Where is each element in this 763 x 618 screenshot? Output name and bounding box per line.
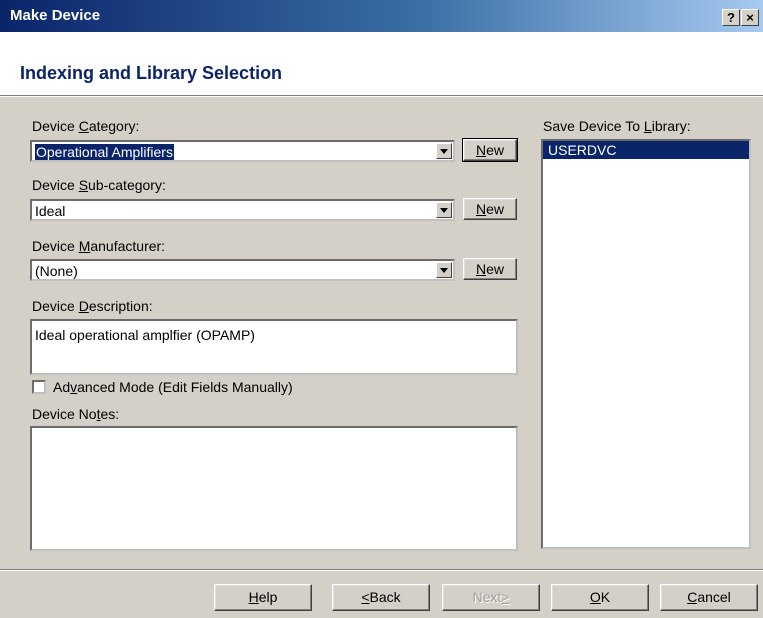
help-question-button[interactable]: ?	[722, 9, 740, 26]
new-manufacturer-button[interactable]: New	[463, 258, 517, 280]
category-select[interactable]: Operational Amplifiers	[30, 140, 455, 162]
close-icon: ×	[746, 10, 754, 25]
page-title: Indexing and Library Selection	[20, 63, 283, 83]
manufacturer-label: Device Manufacturer:	[32, 238, 166, 254]
next-button[interactable]: Next>	[442, 584, 540, 611]
title-bar: Make Device ? ×	[0, 0, 763, 32]
close-button[interactable]: ×	[741, 9, 759, 26]
notes-label: Device Notes:	[32, 406, 120, 422]
new-subcategory-button[interactable]: New	[463, 198, 517, 220]
manufacturer-select[interactable]: (None)	[30, 259, 455, 281]
help-button[interactable]: Help	[214, 584, 312, 611]
subcategory-value: Ideal	[35, 203, 66, 219]
notes-field[interactable]	[30, 426, 518, 551]
ok-button[interactable]: OK	[551, 584, 649, 611]
header-divider	[0, 95, 763, 97]
chevron-down-icon[interactable]	[436, 202, 452, 218]
advanced-mode-checkbox[interactable]	[32, 380, 46, 394]
chevron-down-icon[interactable]	[436, 143, 452, 159]
footer-divider	[0, 569, 763, 571]
manufacturer-value: (None)	[35, 263, 78, 279]
library-label: Save Device To Library:	[543, 118, 691, 134]
new-category-button[interactable]: New	[462, 138, 518, 162]
back-button[interactable]: <Back	[332, 584, 430, 611]
chevron-down-icon[interactable]	[436, 262, 452, 278]
window-title: Make Device	[10, 7, 101, 24]
cancel-button[interactable]: Cancel	[660, 584, 758, 611]
subcategory-label: Device Sub-category:	[32, 177, 166, 193]
question-icon: ?	[727, 10, 735, 25]
library-list[interactable]: USERDVC	[541, 139, 751, 549]
category-label: Device Category:	[32, 118, 140, 134]
description-label: Device Description:	[32, 298, 153, 314]
description-field[interactable]: Ideal operational amplfier (OPAMP)	[30, 319, 518, 375]
subcategory-select[interactable]: Ideal	[30, 199, 455, 221]
library-item[interactable]: USERDVC	[543, 141, 749, 159]
category-value: Operational Amplifiers	[35, 144, 174, 160]
advanced-mode-label[interactable]: Advanced Mode (Edit Fields Manually)	[53, 379, 293, 395]
